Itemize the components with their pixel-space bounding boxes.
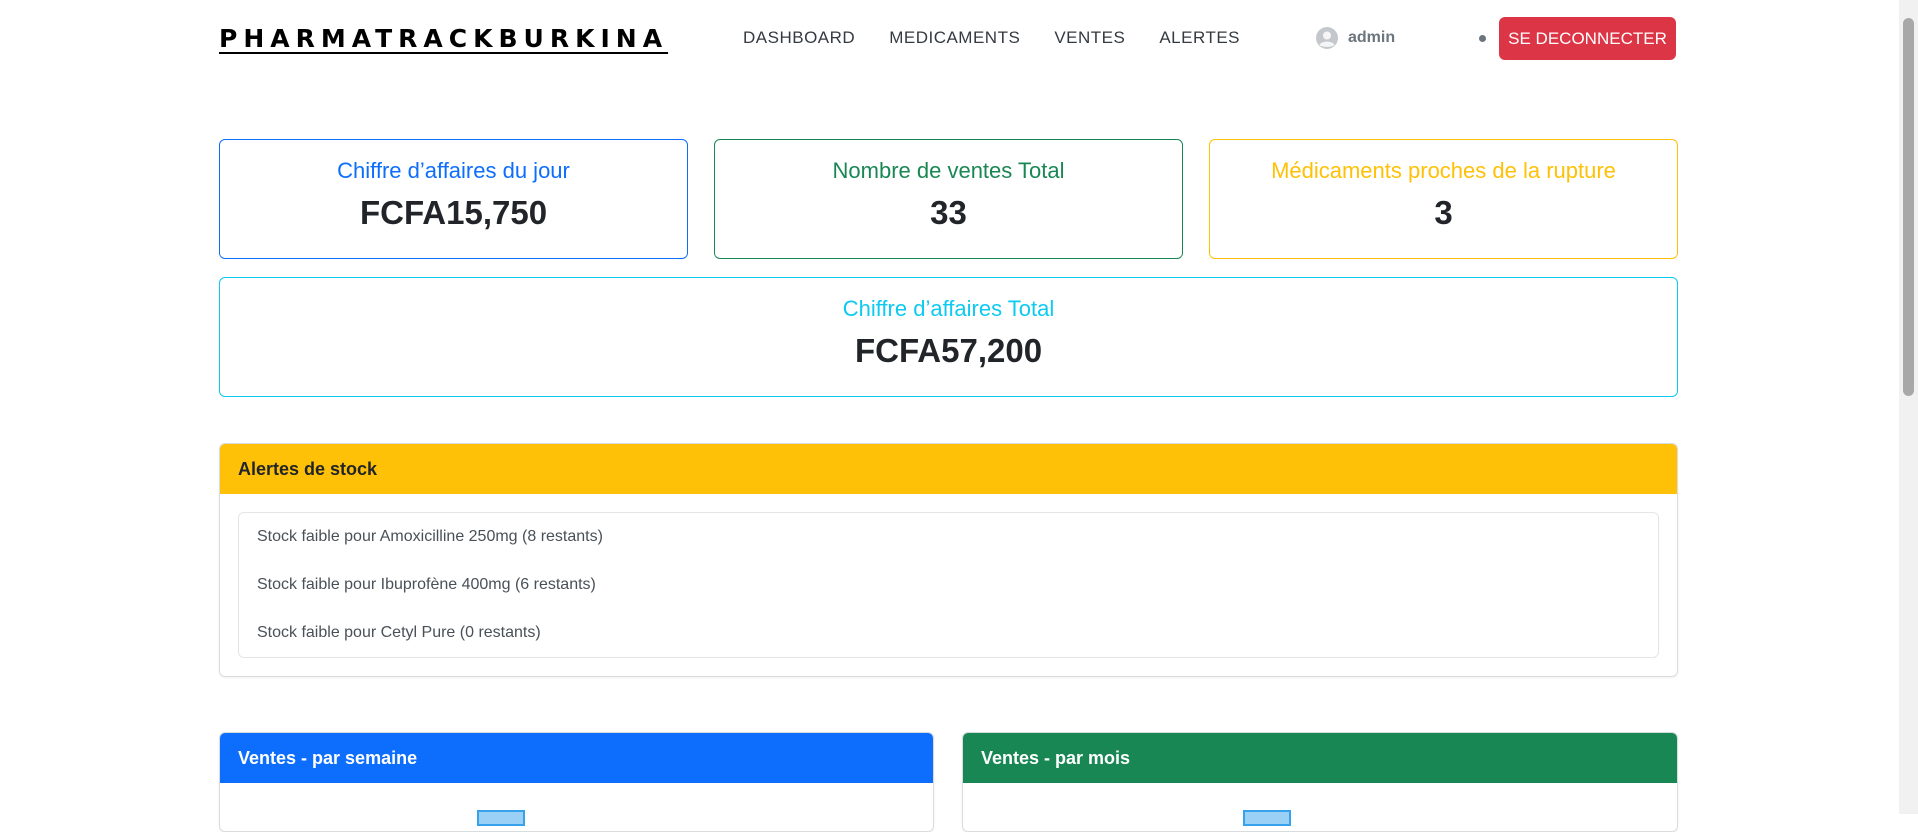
monthly-sales-panel: Ventes - par mois	[962, 732, 1678, 832]
scrollbar-thumb[interactable]	[1903, 18, 1914, 396]
weekly-sales-header: Ventes - par semaine	[220, 733, 933, 783]
stat-card-low-stock: Médicaments proches de la rupture 3	[1209, 139, 1678, 259]
stat-card-total-revenue: Chiffre d’affaires Total FCFA57,200	[219, 277, 1678, 397]
stat-label: Chiffre d’affaires Total	[842, 296, 1055, 321]
list-item: Stock faible pour Amoxicilline 250mg (8 …	[257, 528, 603, 545]
chart-legend-swatch[interactable]	[1243, 810, 1291, 826]
nav-alertes[interactable]: ALERTES	[1159, 28, 1240, 48]
user-menu[interactable]: admin	[1316, 27, 1395, 49]
nav-medicaments[interactable]: MEDICAMENTS	[889, 28, 1020, 48]
weekly-sales-panel: Ventes - par semaine	[219, 732, 934, 832]
separator-dot	[1479, 35, 1486, 42]
nav-dashboard[interactable]: DASHBOARD	[743, 28, 855, 48]
user-name: admin	[1348, 29, 1396, 46]
stat-label: Chiffre d’affaires du jour	[337, 158, 570, 183]
chart-legend-swatch[interactable]	[477, 810, 525, 826]
stat-value: 33	[930, 194, 967, 231]
stat-card-total-sales: Nombre de ventes Total 33	[714, 139, 1183, 259]
logout-button[interactable]: SE DECONNECTER	[1499, 17, 1676, 60]
list-item: Stock faible pour Ibuprofène 400mg (6 re…	[257, 576, 596, 593]
monthly-sales-header: Ventes - par mois	[963, 733, 1677, 783]
main-nav: DASHBOARD MEDICAMENTS VENTES ALERTES	[743, 28, 1274, 48]
stock-alerts-list: Stock faible pour Amoxicilline 250mg (8 …	[238, 512, 1659, 658]
stat-value: FCFA15,750	[359, 194, 548, 231]
stat-card-daily-revenue: Chiffre d’affaires du jour FCFA15,750	[219, 139, 688, 259]
stat-value: FCFA57,200	[854, 332, 1043, 369]
nav-ventes[interactable]: VENTES	[1054, 28, 1125, 48]
page-scrollbar[interactable]	[1899, 0, 1918, 814]
stock-alerts-header: Alertes de stock	[220, 444, 1677, 494]
stock-alerts-panel: Alertes de stock Stock faible pour Amoxi…	[219, 443, 1678, 677]
stat-label: Nombre de ventes Total	[832, 158, 1065, 183]
list-item: Stock faible pour Cetyl Pure (0 restants…	[257, 624, 541, 641]
stat-label: Médicaments proches de la rupture	[1271, 158, 1616, 183]
stat-value: 3	[1434, 194, 1453, 231]
user-avatar-icon	[1316, 27, 1338, 49]
brand-logo[interactable]: PHARMATRACKBURKINA	[219, 24, 668, 53]
